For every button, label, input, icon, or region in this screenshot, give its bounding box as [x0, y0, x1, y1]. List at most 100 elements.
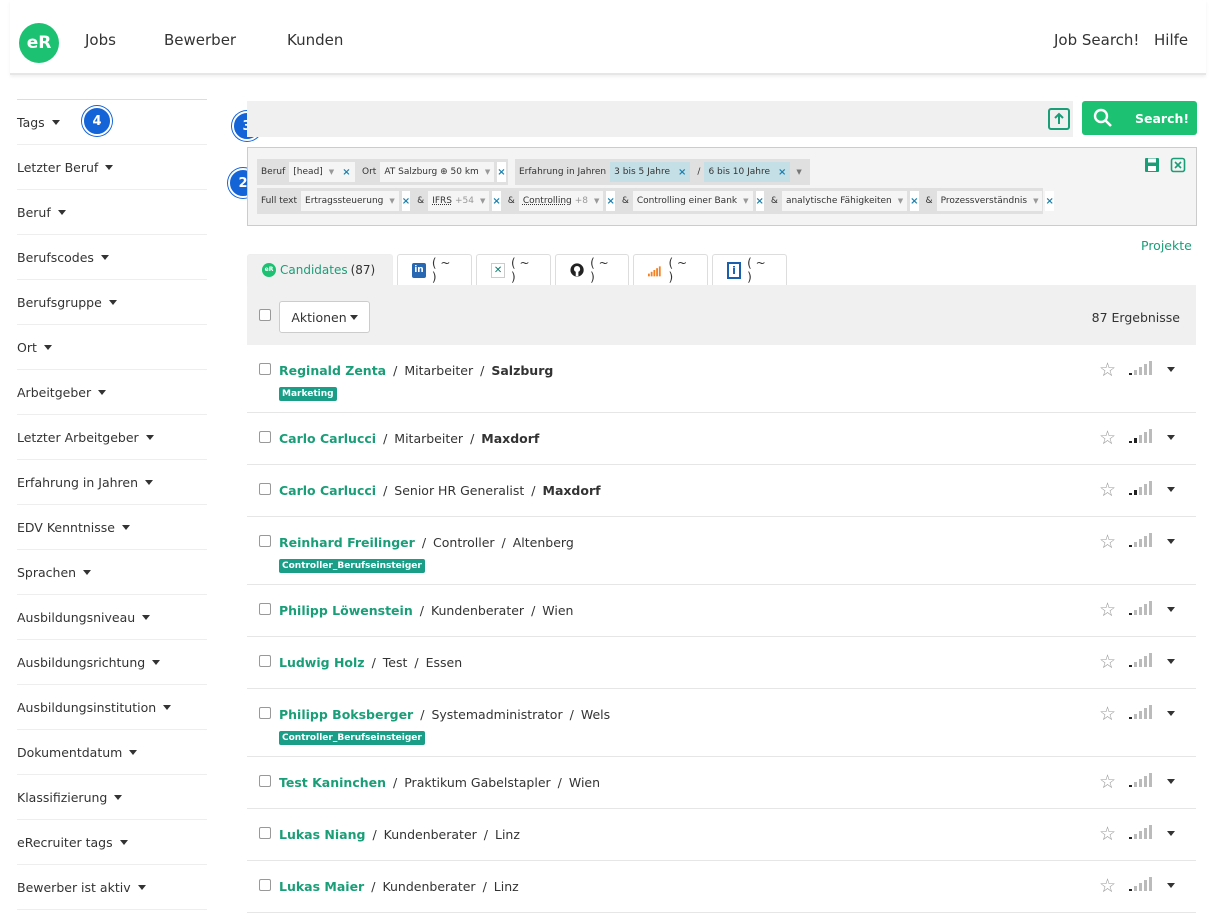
tab-info[interactable]: i ( ~ ) — [712, 254, 787, 285]
tab-linkedin[interactable]: in ( ~ ) — [397, 254, 472, 285]
nav-hilfe[interactable]: Hilfe — [1154, 31, 1188, 49]
filter-token-exp-2[interactable]: 6 bis 10 Jahre × — [704, 162, 791, 182]
nav-kunden[interactable]: Kunden — [287, 31, 343, 49]
nav-bewerber[interactable]: Bewerber — [164, 31, 236, 49]
sidebar-filter-item[interactable]: Ort — [17, 325, 207, 370]
chevron-down-icon[interactable] — [1167, 367, 1175, 372]
row-checkbox[interactable] — [259, 707, 271, 719]
candidate-name-link[interactable]: Lukas Maier — [279, 879, 364, 894]
candidate-name-link[interactable]: Ludwig Holz — [279, 655, 365, 670]
save-icon[interactable] — [1144, 157, 1160, 173]
candidate-name-link[interactable]: Carlo Carlucci — [279, 483, 376, 498]
candidate-name-link[interactable]: Carlo Carlucci — [279, 431, 376, 446]
sidebar-filter-item[interactable]: eRecruiter tags — [17, 820, 207, 865]
remove-icon[interactable]: × — [1045, 191, 1054, 211]
search-input[interactable] — [247, 101, 1073, 137]
candidate-name-link[interactable]: Reinhard Freilinger — [279, 535, 415, 550]
candidate-tag[interactable]: Controller_Berufseinsteiger — [279, 731, 425, 745]
tab-stackoverflow[interactable]: ( ~ ) — [633, 254, 708, 285]
sidebar-filter-item[interactable]: Bewerber ist aktiv — [17, 865, 207, 910]
sidebar-filter-item[interactable]: Berufscodes — [17, 235, 207, 280]
sidebar-filter-item[interactable]: Dokumentdatum — [17, 730, 207, 775]
app-logo[interactable]: eR — [19, 23, 59, 63]
filter-token-controlling-bank[interactable]: Controlling einer Bank ▼ — [632, 191, 753, 211]
search-button[interactable]: Search! — [1082, 101, 1197, 135]
filter-token-beruf[interactable]: [head] ▼ × — [289, 162, 355, 182]
remove-icon[interactable]: × — [492, 191, 501, 211]
filter-token-ort[interactable]: AT Salzburg ⊕ 50 km ▼ — [380, 162, 495, 182]
filter-token-exp-1[interactable]: 3 bis 5 Jahre × — [610, 162, 691, 182]
row-checkbox[interactable] — [259, 535, 271, 547]
remove-icon[interactable]: × — [401, 191, 411, 211]
sidebar-filter-item[interactable]: Beruf — [17, 190, 207, 235]
upload-icon[interactable] — [1048, 108, 1070, 130]
dropdown-caret-icon[interactable]: ▼ — [389, 197, 394, 205]
filter-token-controlling[interactable]: Controlling +8 ▼ — [518, 191, 604, 211]
filter-token-ertragssteuerung[interactable]: Ertragssteuerung ▼ — [301, 191, 399, 211]
sidebar-filter-item[interactable]: Berufsgruppe — [17, 280, 207, 325]
remove-icon[interactable]: × — [497, 162, 506, 182]
row-checkbox[interactable] — [259, 483, 271, 495]
candidate-name-link[interactable]: Philipp Löwenstein — [279, 603, 413, 618]
candidate-name-link[interactable]: Lukas Niang — [279, 827, 365, 842]
row-checkbox[interactable] — [259, 363, 271, 375]
star-icon[interactable]: ☆ — [1099, 703, 1116, 725]
tab-xing[interactable]: ✕ ( ~ ) — [476, 254, 551, 285]
star-icon[interactable]: ☆ — [1099, 651, 1116, 673]
dropdown-caret-icon[interactable]: ▼ — [485, 168, 490, 176]
remove-icon[interactable]: × — [678, 167, 686, 178]
chevron-down-icon[interactable] — [1167, 539, 1175, 544]
sidebar-filter-item[interactable]: Tags — [17, 100, 207, 145]
sidebar-filter-item[interactable]: Ausbildungsniveau — [17, 595, 207, 640]
star-icon[interactable]: ☆ — [1099, 771, 1116, 793]
star-icon[interactable]: ☆ — [1099, 599, 1116, 621]
dropdown-caret-icon[interactable]: ▼ — [796, 168, 801, 176]
filter-token-prozess[interactable]: Prozessverständnis ▼ — [936, 191, 1043, 211]
chevron-down-icon[interactable] — [1167, 435, 1175, 440]
aktionen-button[interactable]: Aktionen — [279, 301, 370, 333]
chevron-down-icon[interactable] — [1167, 607, 1175, 612]
remove-icon[interactable]: × — [910, 191, 919, 211]
sidebar-filter-item[interactable]: EDV Kenntnisse — [17, 505, 207, 550]
chevron-down-icon[interactable] — [1167, 711, 1175, 716]
nav-jobs[interactable]: Jobs — [85, 31, 116, 49]
remove-icon[interactable]: × — [606, 191, 615, 211]
candidate-tag[interactable]: Marketing — [279, 387, 337, 401]
star-icon[interactable]: ☆ — [1099, 531, 1116, 553]
select-all-checkbox[interactable] — [259, 309, 271, 321]
dropdown-caret-icon[interactable]: ▼ — [594, 197, 599, 205]
sidebar-filter-item[interactable]: Ausbildungsrichtung — [17, 640, 207, 685]
sidebar-filter-item[interactable]: Sprachen — [17, 550, 207, 595]
star-icon[interactable]: ☆ — [1099, 479, 1116, 501]
projekte-link[interactable]: Projekte — [1141, 238, 1192, 253]
sidebar-filter-item[interactable]: Letzter Arbeitgeber — [17, 415, 207, 460]
sidebar-filter-item[interactable]: Ausbildungsinstitution — [17, 685, 207, 730]
candidate-name-link[interactable]: Test Kaninchen — [279, 775, 386, 790]
chevron-down-icon[interactable] — [1167, 883, 1175, 888]
filter-token-ifrs[interactable]: IFRS +54 ▼ — [428, 191, 490, 211]
remove-icon[interactable]: × — [755, 191, 764, 211]
row-checkbox[interactable] — [259, 603, 271, 615]
dropdown-caret-icon[interactable]: ▼ — [329, 168, 334, 176]
tab-github[interactable]: ( ~ ) — [555, 254, 629, 285]
candidate-tag[interactable]: Controller_Berufseinsteiger — [279, 559, 425, 573]
nav-job-search[interactable]: Job Search! — [1054, 31, 1139, 49]
chevron-down-icon[interactable] — [1167, 487, 1175, 492]
star-icon[interactable]: ☆ — [1099, 875, 1116, 897]
sidebar-filter-item[interactable]: Arbeitgeber — [17, 370, 207, 415]
star-icon[interactable]: ☆ — [1099, 359, 1116, 381]
tab-candidates[interactable]: eR Candidates (87) — [247, 254, 393, 285]
star-icon[interactable]: ☆ — [1099, 823, 1116, 845]
sidebar-filter-item[interactable]: Letzter Beruf — [17, 145, 207, 190]
star-icon[interactable]: ☆ — [1099, 427, 1116, 449]
sidebar-filter-item[interactable]: Erfahrung in Jahren — [17, 460, 207, 505]
dropdown-caret-icon[interactable]: ▼ — [898, 197, 903, 205]
filter-token-analytische[interactable]: analytische Fähigkeiten ▼ — [781, 191, 908, 211]
row-checkbox[interactable] — [259, 431, 271, 443]
clear-filters-icon[interactable] — [1170, 157, 1186, 173]
chevron-down-icon[interactable] — [1167, 659, 1175, 664]
remove-icon[interactable]: × — [778, 167, 786, 178]
sidebar-filter-item[interactable]: Klassifizierung — [17, 775, 207, 820]
candidate-name-link[interactable]: Reginald Zenta — [279, 363, 386, 378]
row-checkbox[interactable] — [259, 775, 271, 787]
